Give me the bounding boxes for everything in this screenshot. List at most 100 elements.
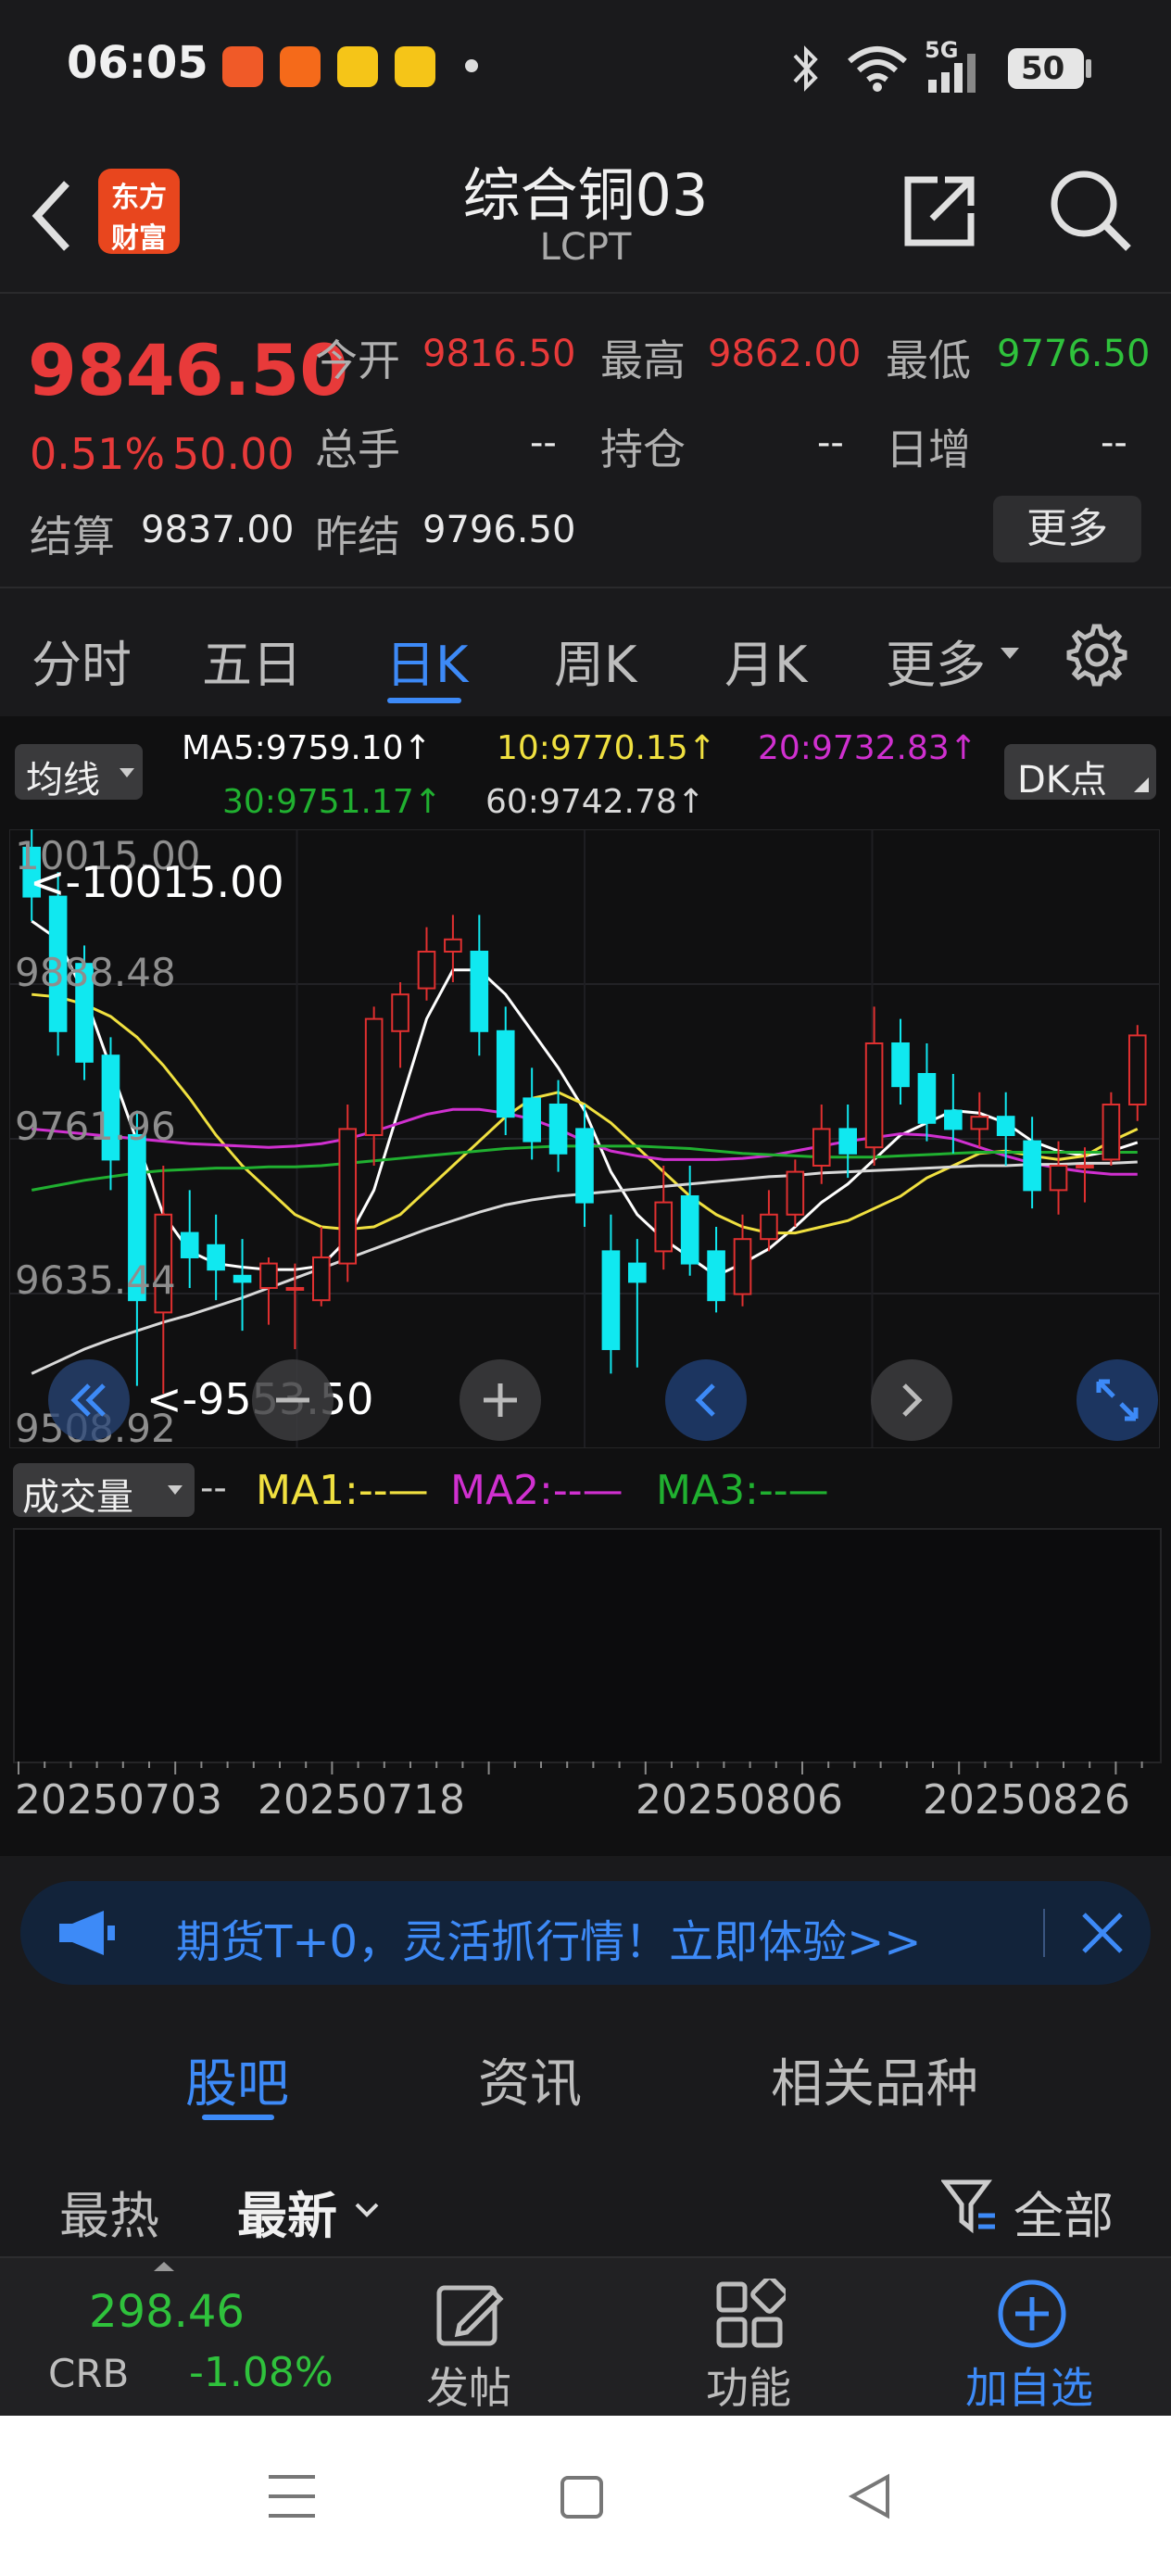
tab-news[interactable]: 资讯 [478, 2042, 582, 2117]
kline-plot[interactable] [9, 829, 1160, 1448]
system-navigation-bar [0, 2416, 1171, 2576]
ma5-label: MA5:9759.10↑ [182, 729, 432, 767]
candle-body [1127, 1034, 1147, 1105]
zoom-out-button[interactable] [252, 1359, 334, 1441]
tab-more[interactable]: 更多 [886, 624, 986, 697]
status-bar: 06:05 5G 50 [0, 0, 1171, 139]
sort-latest[interactable]: 最新 [237, 2175, 337, 2248]
candle-body [1102, 1103, 1121, 1161]
high-value: 9862.00 [708, 333, 862, 375]
more-notifications-dot [465, 59, 478, 72]
open-label: 今开 [315, 335, 400, 385]
tab-daily-k[interactable]: 日K [385, 624, 468, 697]
more-button[interactable]: 更多 [993, 496, 1141, 562]
candle-body [864, 1042, 884, 1149]
scroll-right-button[interactable] [871, 1359, 952, 1441]
menu-icon[interactable] [267, 2473, 317, 2519]
status-time: 06:05 [67, 37, 208, 89]
back-triangle-icon[interactable] [845, 2471, 893, 2521]
sort-hot[interactable]: 最热 [59, 2175, 159, 2248]
low-label: 最低 [886, 335, 971, 385]
expand-icon [1096, 1379, 1139, 1421]
open-interest-label: 持仓 [600, 424, 686, 474]
open-interest-value: -- [817, 422, 844, 464]
x-date-label: 20250718 [258, 1776, 465, 1824]
candle-body [523, 1097, 541, 1143]
scroll-left-button[interactable] [665, 1359, 747, 1441]
tab-forum[interactable]: 股吧 [185, 2042, 289, 2117]
ma30-label: 30:9751.17↑ [222, 783, 442, 821]
zoom-in-button[interactable] [460, 1359, 541, 1441]
scroll-to-start-button[interactable] [48, 1359, 130, 1441]
content-tabs: 股吧 资讯 相关品种 [0, 2011, 1171, 2138]
candle-body [812, 1128, 831, 1167]
fullscreen-button[interactable] [1077, 1359, 1158, 1441]
vol-ma2-label: MA2:--— [450, 1467, 623, 1514]
ticker-name: CRB [48, 2351, 130, 2396]
edit-post-icon [436, 2285, 504, 2346]
x-date-label: 20250703 [15, 1776, 222, 1824]
app-notification-icon [280, 46, 321, 87]
page-subtitle: LCPT [539, 226, 632, 269]
close-icon[interactable] [1078, 1909, 1127, 1957]
filter-all[interactable]: 全部 [1014, 2175, 1114, 2248]
candle-body [312, 1256, 331, 1302]
signal-icon [928, 54, 976, 93]
candle-body [338, 1128, 358, 1265]
bottom-action-bar: 298.46 CRB -1.08% 发帖 功能 加自选 [0, 2256, 1171, 2418]
post-button[interactable]: 发帖 [426, 2355, 511, 2416]
indicator-select[interactable]: 均线 [15, 744, 143, 802]
caret-down-icon [168, 1485, 183, 1495]
battery-level: 50 [1021, 50, 1065, 87]
add-watchlist-button[interactable]: 加自选 [965, 2355, 1093, 2416]
candle-body [707, 1250, 725, 1302]
functions-button[interactable]: 功能 [706, 2355, 791, 2416]
vol-ma1-label: MA1:--— [256, 1467, 429, 1514]
vol-ma3-label: MA3:--— [656, 1467, 829, 1514]
ma60-label: 60:9742.78↑ [485, 783, 705, 821]
candle-body [944, 1109, 963, 1130]
dk-point-button[interactable]: DK点 [1004, 744, 1156, 802]
app-notification-icon [337, 46, 378, 87]
candle-body [733, 1238, 752, 1295]
indicator-select-label: 均线 [26, 759, 100, 802]
back-arrow-icon[interactable] [26, 174, 78, 258]
settings-gear-icon[interactable] [1064, 622, 1130, 688]
home-square-icon[interactable] [560, 2475, 604, 2519]
kline-chart-panel: 均线 MA5:9759.10↑ 10:9770.15↑ 20:9732.83↑ … [0, 716, 1171, 1856]
y-tick-label: 9635.44 [15, 1257, 176, 1303]
candle-body [996, 1116, 1015, 1136]
tab-weekly-k[interactable]: 周K [554, 624, 636, 697]
candle-body [760, 1213, 778, 1241]
change-amount: 50.00 [172, 429, 295, 479]
candle-body [838, 1128, 857, 1155]
candle-body [548, 1103, 568, 1155]
candle-body [496, 1029, 515, 1118]
tab-related[interactable]: 相关品种 [771, 2042, 978, 2117]
add-circle-icon [998, 2279, 1066, 2348]
chevron-left-icon [695, 1383, 715, 1417]
candle-body [575, 1128, 594, 1204]
corner-triangle-icon [1134, 777, 1149, 792]
chevron-right-icon [902, 1383, 923, 1417]
tab-intraday[interactable]: 分时 [31, 624, 132, 697]
filter-icon[interactable] [941, 2177, 999, 2236]
candle-body [470, 950, 489, 1032]
volume-select[interactable]: 成交量 [13, 1463, 195, 1519]
candle-body [364, 1017, 384, 1136]
chevron-down-icon [355, 2203, 379, 2217]
last-price: 9846.50 [28, 329, 349, 411]
caret-down-icon [1001, 648, 1019, 659]
candle-body [180, 1231, 199, 1258]
search-icon[interactable] [1047, 167, 1136, 256]
tab-monthly-k[interactable]: 月K [724, 624, 807, 697]
share-icon[interactable] [900, 172, 978, 250]
tab-five-day[interactable]: 五日 [202, 624, 302, 697]
promo-banner[interactable]: 期货T+0，灵活抓行情！立即体验>> [20, 1881, 1151, 1985]
volume-plot[interactable] [13, 1528, 1162, 1763]
ticker-value[interactable]: 298.46 [89, 2286, 245, 2338]
promo-text[interactable]: 期货T+0，灵活抓行情！立即体验>> [176, 1905, 922, 1970]
dk-point-label: DK点 [1017, 759, 1108, 802]
bluetooth-icon [793, 45, 818, 92]
candle-body [1023, 1140, 1041, 1192]
